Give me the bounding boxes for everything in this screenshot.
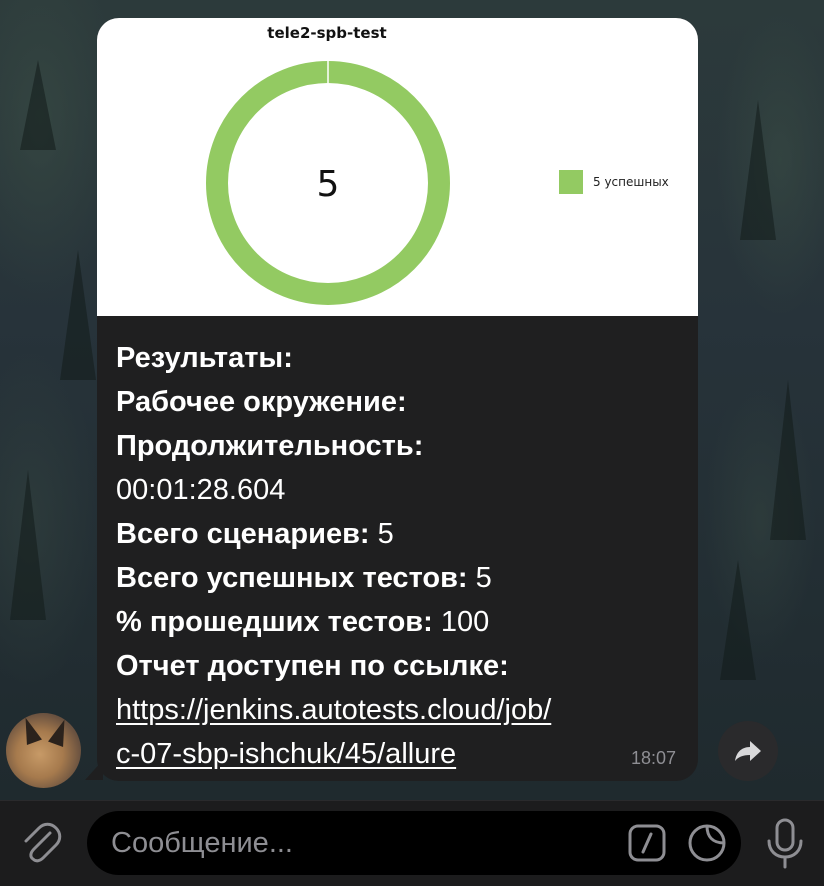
scenarios-row: Всего сценариев: 5: [116, 512, 686, 556]
composer-bar: Сообщение...: [0, 800, 824, 886]
paperclip-icon[interactable]: [18, 819, 64, 865]
environment-label: Рабочее окружение:: [116, 386, 407, 418]
percent-row: % прошедших тестов: 100: [116, 600, 686, 644]
legend-swatch: [559, 170, 583, 194]
avatar[interactable]: [6, 713, 81, 788]
results-label: Результаты:: [116, 342, 293, 374]
duration-label: Продолжительность:: [116, 430, 424, 462]
forward-button[interactable]: [718, 721, 778, 781]
passed-value: 5: [475, 562, 492, 594]
percent-label: % прошедших тестов:: [116, 606, 433, 638]
message-text: Результаты: Рабочее окружение: Продолжит…: [116, 336, 686, 776]
slash-command-icon[interactable]: [627, 823, 667, 863]
background-tree: [770, 380, 806, 540]
report-link-line1[interactable]: https://jenkins.autotests.cloud/job/: [116, 694, 551, 726]
report-link-line2[interactable]: c-07-sbp-ishchuk/45/allure: [116, 738, 456, 770]
duration-value: 00:01:28.604: [116, 474, 286, 506]
forward-arrow-icon: [735, 741, 761, 761]
background-tree: [10, 470, 46, 620]
scenarios-label: Всего сценариев:: [116, 518, 370, 550]
chart-legend: 5 успешных: [559, 170, 669, 194]
chart-image[interactable]: tele2-spb-test 5 5 успешных: [97, 18, 698, 316]
message-bubble[interactable]: tele2-spb-test 5 5 успешных Результаты: …: [97, 18, 698, 781]
percent-value: 100: [440, 606, 490, 638]
donut-chart: 5: [206, 60, 450, 305]
bubble-tail: [85, 760, 103, 780]
background-tree: [20, 60, 56, 150]
message-time: 18:07: [630, 748, 676, 768]
microphone-icon[interactable]: [764, 817, 806, 871]
sticker-icon[interactable]: [687, 823, 727, 863]
avatar-ear: [18, 715, 42, 745]
passed-row: Всего успешных тестов: 5: [116, 556, 686, 600]
message-input[interactable]: Сообщение...: [87, 811, 741, 875]
background-tree: [740, 100, 776, 240]
background-tree: [60, 250, 96, 380]
report-label: Отчет доступен по ссылке:: [116, 650, 509, 682]
scenarios-value: 5: [377, 518, 394, 550]
message-input-placeholder: Сообщение...: [111, 827, 293, 859]
passed-label: Всего успешных тестов:: [116, 562, 468, 594]
avatar-ear: [48, 717, 72, 747]
background-tree: [720, 560, 756, 680]
center-label: 5: [317, 164, 340, 205]
legend-label: 5 успешных: [593, 175, 669, 189]
